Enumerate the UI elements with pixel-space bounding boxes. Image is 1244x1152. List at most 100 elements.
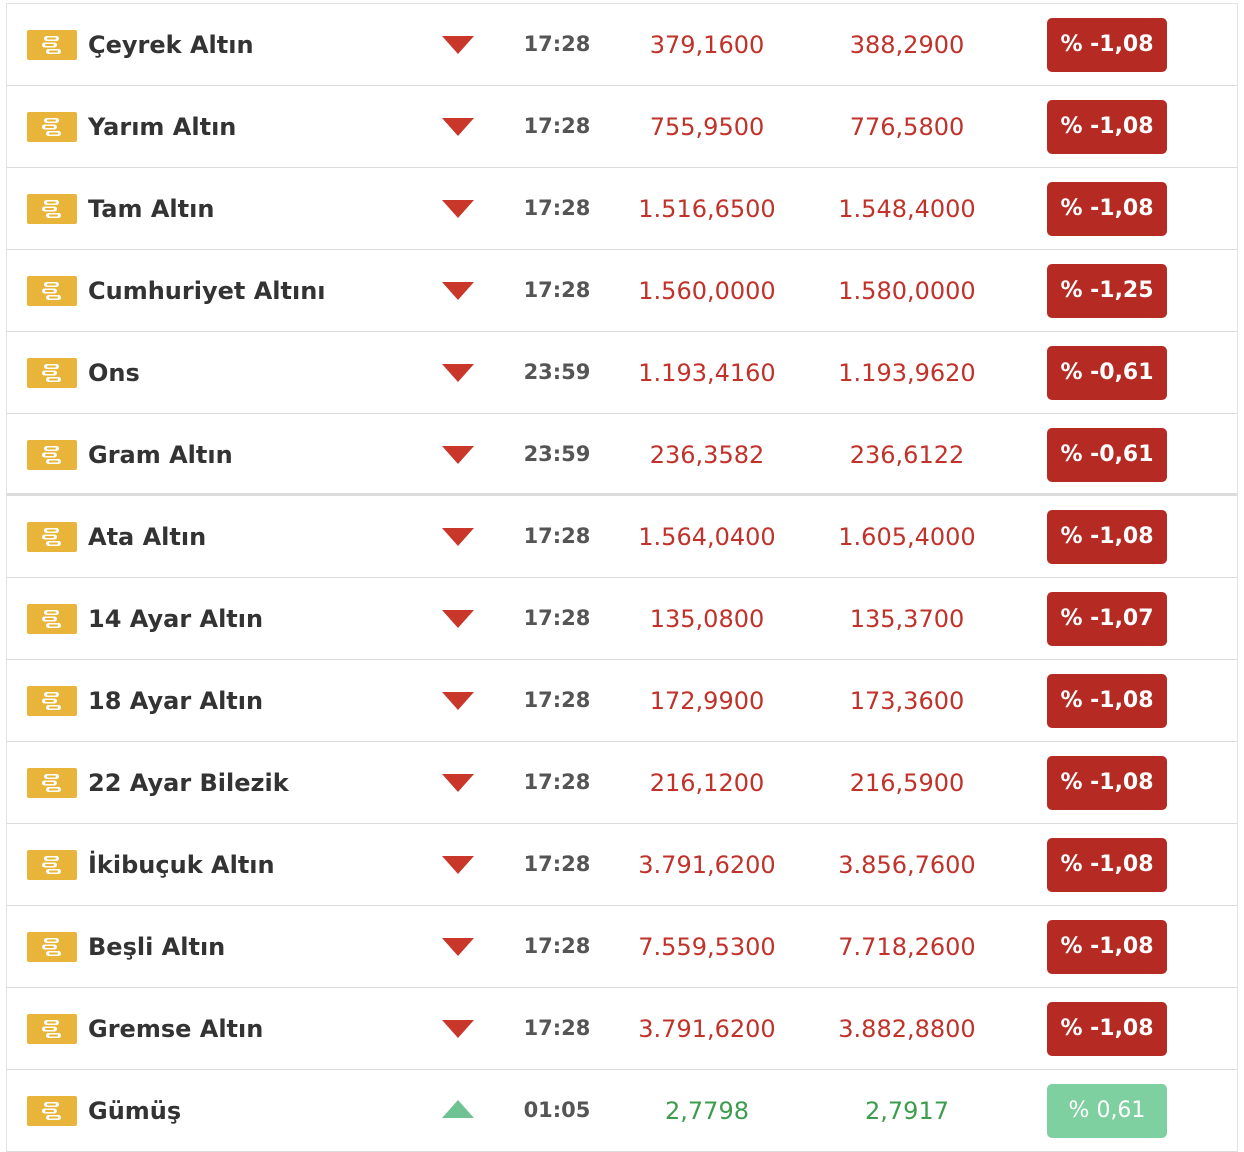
buy-price: 1.193,4160 [638,359,776,387]
buy-price: 3.791,6200 [638,851,776,879]
change-badge: % -1,25 [1047,264,1167,318]
arrow-down-icon [442,1020,474,1038]
sell-price: 3.856,7600 [838,851,976,879]
gold-coins-icon [27,768,77,798]
table-row[interactable]: Tam Altın 17:28 1.516,6500 1.548,4000 % … [7,168,1237,250]
sell-price: 2,7917 [865,1097,949,1125]
sell-price: 776,5800 [849,113,965,141]
sell-price: 173,3600 [849,687,965,715]
change-badge: % -1,08 [1047,182,1167,236]
arrow-down-icon [442,446,474,464]
instrument-name[interactable]: İkibuçuk Altın [88,824,275,906]
update-time: 17:28 [523,606,591,630]
instrument-name[interactable]: Tam Altın [88,168,214,250]
buy-price: 755,9500 [649,113,765,141]
table-row[interactable]: Cumhuriyet Altını 17:28 1.560,0000 1.580… [7,250,1237,332]
update-time: 17:28 [523,1016,591,1040]
buy-price: 3.791,6200 [638,1015,776,1043]
sell-price: 1.580,0000 [838,277,976,305]
sell-price: 7.718,2600 [838,933,976,961]
instrument-name[interactable]: Gram Altın [88,414,233,496]
instrument-name[interactable]: Beşli Altın [88,906,225,988]
table-row[interactable]: Ons 23:59 1.193,4160 1.193,9620 % -0,61 [7,332,1237,414]
instrument-name[interactable]: Ons [88,332,140,414]
arrow-down-icon [442,938,474,956]
gold-coins-icon [27,932,77,962]
update-time: 17:28 [523,114,591,138]
change-badge: % -0,61 [1047,428,1167,482]
arrow-down-icon [442,36,474,54]
instrument-name[interactable]: 14 Ayar Altın [88,578,263,660]
change-badge: % -1,08 [1047,674,1167,728]
gold-coins-icon [27,686,77,716]
update-time: 17:28 [523,770,591,794]
buy-price: 172,9900 [649,687,765,715]
table-row[interactable]: 18 Ayar Altın 17:28 172,9900 173,3600 % … [7,660,1237,742]
arrow-down-icon [442,528,474,546]
update-time: 17:28 [523,852,591,876]
table-row[interactable]: Gram Altın 23:59 236,3582 236,6122 % -0,… [7,414,1237,496]
table-row[interactable]: Beşli Altın 17:28 7.559,5300 7.718,2600 … [7,906,1237,988]
gold-coins-icon [27,850,77,880]
update-time: 17:28 [523,32,591,56]
buy-price: 1.564,0400 [638,523,776,551]
sell-price: 216,5900 [849,769,965,797]
sell-price: 388,2900 [849,31,965,59]
gold-coins-icon [27,1096,77,1126]
arrow-down-icon [442,282,474,300]
table-row[interactable]: Yarım Altın 17:28 755,9500 776,5800 % -1… [7,86,1237,168]
update-time: 23:59 [523,360,591,384]
change-badge: % -1,07 [1047,592,1167,646]
update-time: 17:28 [523,688,591,712]
update-time: 17:28 [523,278,591,302]
sell-price: 135,3700 [849,605,965,633]
table-row[interactable]: Gremse Altın 17:28 3.791,6200 3.882,8800… [7,988,1237,1070]
sell-price: 236,6122 [849,441,965,469]
buy-price: 7.559,5300 [638,933,776,961]
table-row[interactable]: Ata Altın 17:28 1.564,0400 1.605,4000 % … [7,496,1237,578]
sell-price: 1.605,4000 [838,523,976,551]
gold-price-table: Çeyrek Altın 17:28 379,1600 388,2900 % -… [6,3,1238,1152]
change-badge: % 0,61 [1047,1084,1167,1138]
arrow-down-icon [442,200,474,218]
instrument-name[interactable]: Ata Altın [88,496,206,578]
gold-coins-icon [27,1014,77,1044]
instrument-name[interactable]: Cumhuriyet Altını [88,250,326,332]
arrow-down-icon [442,692,474,710]
change-badge: % -1,08 [1047,1002,1167,1056]
arrow-down-icon [442,364,474,382]
instrument-name[interactable]: Çeyrek Altın [88,4,254,86]
buy-price: 2,7798 [665,1097,749,1125]
change-badge: % -1,08 [1047,100,1167,154]
buy-price: 1.516,6500 [638,195,776,223]
change-badge: % -0,61 [1047,346,1167,400]
table-row[interactable]: Çeyrek Altın 17:28 379,1600 388,2900 % -… [7,4,1237,86]
instrument-name[interactable]: 22 Ayar Bilezik [88,742,289,824]
gold-coins-icon [27,276,77,306]
change-badge: % -1,08 [1047,18,1167,72]
update-time: 17:28 [523,524,591,548]
table-row[interactable]: 22 Ayar Bilezik 17:28 216,1200 216,5900 … [7,742,1237,824]
update-time: 01:05 [523,1098,591,1122]
arrow-up-icon [442,1100,474,1118]
update-time: 23:59 [523,442,591,466]
change-badge: % -1,08 [1047,510,1167,564]
change-badge: % -1,08 [1047,756,1167,810]
table-row[interactable]: 14 Ayar Altın 17:28 135,0800 135,3700 % … [7,578,1237,660]
sell-price: 1.548,4000 [838,195,976,223]
table-row[interactable]: İkibuçuk Altın 17:28 3.791,6200 3.856,76… [7,824,1237,906]
gold-coins-icon [27,112,77,142]
arrow-down-icon [442,610,474,628]
arrow-down-icon [442,856,474,874]
buy-price: 216,1200 [649,769,765,797]
buy-price: 1.560,0000 [638,277,776,305]
gold-coins-icon [27,194,77,224]
sell-price: 1.193,9620 [838,359,976,387]
instrument-name[interactable]: Gümüş [88,1070,181,1152]
update-time: 17:28 [523,196,591,220]
instrument-name[interactable]: 18 Ayar Altın [88,660,263,742]
instrument-name[interactable]: Gremse Altın [88,988,263,1070]
table-row[interactable]: Gümüş 01:05 2,7798 2,7917 % 0,61 [7,1070,1237,1152]
instrument-name[interactable]: Yarım Altın [88,86,236,168]
gold-coins-icon [27,30,77,60]
